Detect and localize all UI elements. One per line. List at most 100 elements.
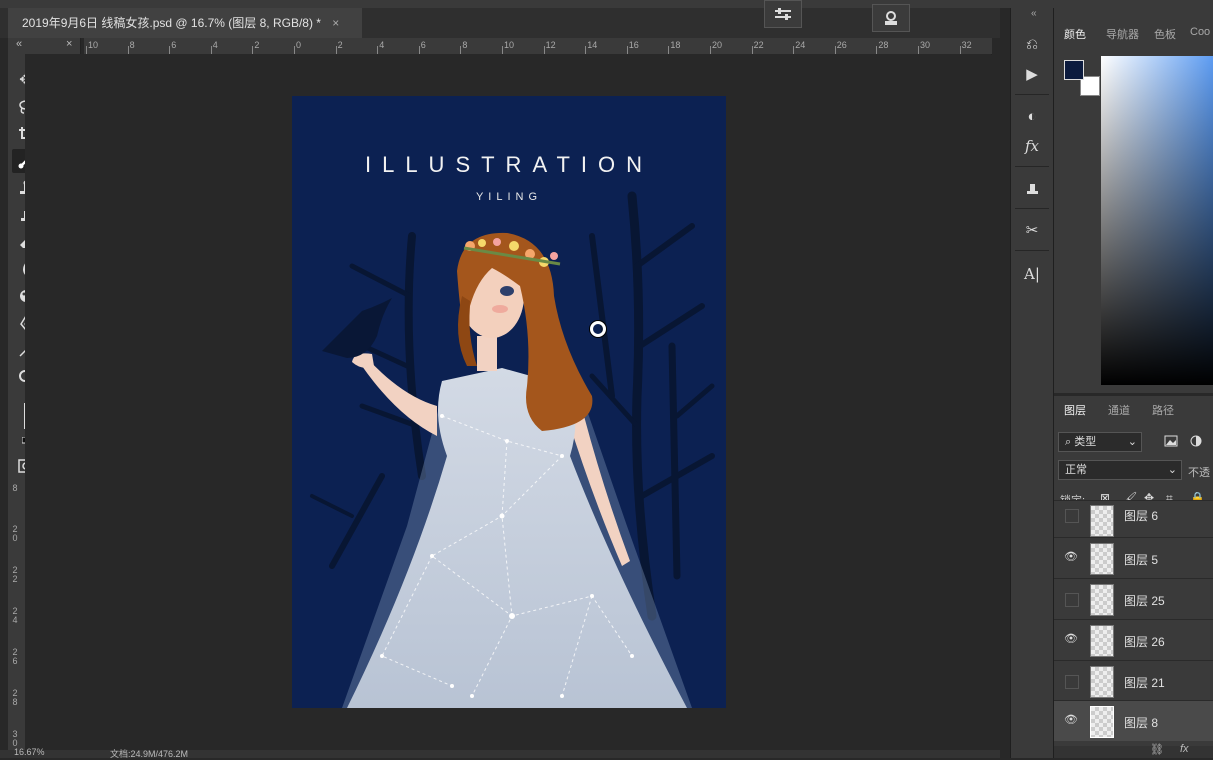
- layer-name: 图层 25: [1124, 594, 1165, 608]
- layer-thumbnail: [1090, 505, 1114, 537]
- tab-layers[interactable]: 图层: [1064, 402, 1086, 418]
- close-icon[interactable]: ×: [66, 38, 72, 50]
- panel-foreground-swatch[interactable]: [1064, 60, 1084, 80]
- blend-mode-select[interactable]: 正常 ⌄: [1058, 460, 1182, 480]
- ruler-tick-label: 2: [254, 40, 260, 50]
- blend-mode-value: 正常: [1065, 464, 1087, 476]
- layer-row[interactable]: 图层 21: [1054, 660, 1213, 701]
- layer-row[interactable]: 👁 图层 8: [1054, 700, 1213, 741]
- tab-channels[interactable]: 通道: [1108, 402, 1130, 418]
- layer-name: 图层 8: [1124, 716, 1159, 730]
- visibility-toggle[interactable]: [1065, 593, 1079, 607]
- layer-row[interactable]: 👁 图层 5: [1054, 537, 1213, 578]
- ruler-tick-label: 4: [212, 40, 218, 50]
- layer-row[interactable]: 图层 25: [1054, 578, 1213, 619]
- tab-coolorus[interactable]: Coo: [1190, 26, 1210, 38]
- ruler-tick-label: 20: [712, 40, 723, 50]
- ruler-tick-label: 0: [296, 40, 302, 50]
- adjustments-float-button[interactable]: [764, 0, 802, 28]
- ruler-tick-label: 22: [753, 40, 764, 50]
- ruler-tick-label: 10: [88, 40, 99, 50]
- visibility-toggle[interactable]: [1065, 509, 1079, 523]
- artwork-subtitle: YILING: [476, 191, 542, 203]
- tab-color[interactable]: 颜色: [1064, 26, 1086, 42]
- styles-fx-icon[interactable]: fx: [1019, 134, 1045, 158]
- layer-thumbnail: [1090, 625, 1114, 657]
- ruler-tick-label: 16: [628, 40, 639, 50]
- ruler-tick-label: 18: [670, 40, 681, 50]
- horizontal-ruler: 10 8 6 4 2 0 2 4 6 8 10 12 14 16 18 20 22 24 26 28 30 32: [84, 38, 992, 55]
- layer-styles-fx-icon[interactable]: fx: [1180, 743, 1189, 755]
- ruler-tick-label: 3 0: [12, 729, 18, 748]
- tab-paths[interactable]: 路径: [1152, 402, 1174, 418]
- ruler-tick-label: 12: [545, 40, 556, 50]
- ruler-tick-label: 14: [587, 40, 598, 50]
- character-icon[interactable]: A|: [1019, 262, 1045, 286]
- artwork-title: ILLUSTRATION: [365, 152, 653, 177]
- brush-cursor: [590, 321, 606, 337]
- sliders-icon: [775, 8, 791, 20]
- ruler-tick-label: 24: [795, 40, 806, 50]
- clone-source-icon[interactable]: [1019, 176, 1045, 200]
- ruler-tick-label: 26: [836, 40, 847, 50]
- doc-size-info: 文档:24.9M/476.2M: [110, 749, 189, 759]
- ruler-tick-label: 2: [337, 40, 343, 50]
- eye-icon[interactable]: 👁: [1064, 550, 1080, 566]
- ruler-tick-label: 32: [961, 40, 972, 50]
- tab-navigator[interactable]: 导航器: [1106, 26, 1139, 42]
- panel-icon-dock: « ⎌ ▶ ◐ fx ✂ A|: [1010, 8, 1054, 758]
- ruler-tick-label: 28: [878, 40, 889, 50]
- ruler-tick-label: 8: [12, 483, 18, 493]
- layer-thumbnail: [1090, 666, 1114, 698]
- ruler-tick-label: 6: [171, 40, 177, 50]
- ruler-tick-label: 8: [462, 40, 468, 50]
- ruler-tick-label: 2 4: [12, 606, 18, 625]
- link-layers-icon[interactable]: ⛓: [1150, 743, 1164, 756]
- collapse-icon[interactable]: «: [1031, 8, 1037, 19]
- close-icon[interactable]: ×: [332, 16, 339, 30]
- top-strip: [0, 0, 1213, 8]
- ruler-tick-label: 2 0: [12, 524, 18, 543]
- layer-thumbnail: [1090, 584, 1114, 616]
- artboard[interactable]: ILLUSTRATION YILING: [292, 96, 726, 708]
- layer-name: 图层 21: [1124, 676, 1165, 690]
- properties-float-button[interactable]: [872, 4, 910, 32]
- ruler-tick-label: 2 6: [12, 647, 18, 666]
- ruler-tick-label: 4: [379, 40, 385, 50]
- layer-comp-icon: [885, 11, 897, 25]
- layer-filter-label: 类型: [1074, 436, 1097, 448]
- layer-thumbnail: [1090, 706, 1114, 738]
- ruler-tick-label: 30: [920, 40, 931, 50]
- vertical-ruler: 8 2 0 2 2 2 4 2 6 2 8 3 0: [8, 484, 25, 758]
- layer-name: 图层 26: [1124, 635, 1165, 649]
- collapse-icon[interactable]: «: [16, 38, 22, 50]
- adjustments-icon[interactable]: ◐: [1019, 104, 1045, 128]
- actions-play-icon[interactable]: ▶: [1019, 62, 1045, 86]
- status-bar: 16.67% 文档:24.9M/476.2M: [0, 747, 1000, 759]
- history-icon[interactable]: ⎌: [1019, 32, 1045, 56]
- ruler-tick-label: 10: [504, 40, 515, 50]
- ruler-tick-label: 6: [420, 40, 426, 50]
- layer-row[interactable]: 图层 6: [1054, 500, 1213, 537]
- ruler-tick-label: 2 8: [12, 688, 18, 707]
- document-tab[interactable]: 2019年9月6日 线稿女孩.psd @ 16.7% (图层 8, RGB/8)…: [8, 8, 362, 38]
- eye-icon[interactable]: 👁: [1064, 632, 1080, 648]
- tab-swatches[interactable]: 色板: [1154, 26, 1176, 42]
- ruler-tick-label: 2 2: [12, 565, 18, 584]
- adjustment-filter-icon[interactable]: [1190, 434, 1202, 452]
- layer-filter-select[interactable]: ⌕ 类型 ⌄: [1058, 432, 1142, 452]
- color-picker-field[interactable]: [1101, 56, 1213, 385]
- document-tab-title: 2019年9月6日 线稿女孩.psd @ 16.7% (图层 8, RGB/8)…: [22, 16, 321, 30]
- ruler-tick-label: 8: [129, 40, 135, 50]
- layer-thumbnail: [1090, 543, 1114, 575]
- eye-icon[interactable]: 👁: [1064, 713, 1080, 729]
- visibility-toggle[interactable]: [1065, 675, 1079, 689]
- illustration: ILLUSTRATION YILING: [292, 96, 726, 708]
- opacity-label: 不透: [1188, 467, 1210, 479]
- layer-row[interactable]: 👁 图层 26: [1054, 619, 1213, 660]
- zoom-readout[interactable]: 16.67%: [14, 747, 45, 757]
- layer-name: 图层 6: [1124, 509, 1159, 523]
- tool-presets-icon[interactable]: ✂: [1019, 218, 1045, 242]
- layers-footer: ⛓ fx: [1054, 743, 1213, 758]
- image-filter-icon[interactable]: [1164, 434, 1178, 452]
